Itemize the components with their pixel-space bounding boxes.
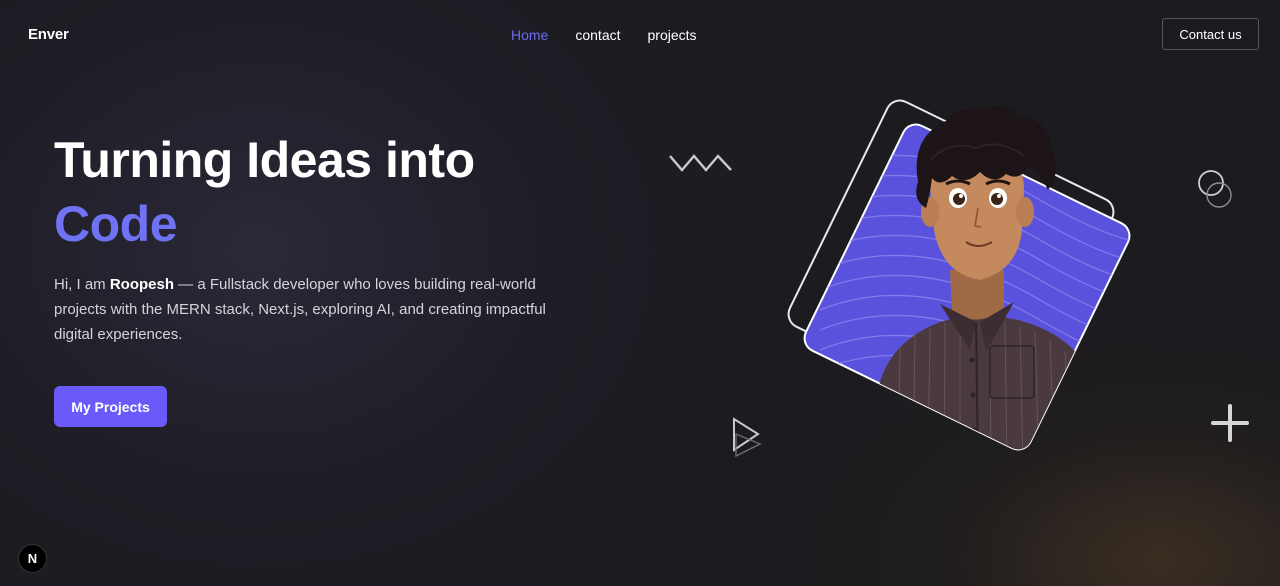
play-triangle-icon	[733, 417, 762, 458]
hero-title-accent: Code	[54, 196, 177, 252]
nextjs-icon[interactable]: N	[18, 544, 47, 573]
nav-link-contact[interactable]: contact	[575, 27, 620, 43]
nav-link-projects[interactable]: projects	[648, 27, 697, 43]
brand-logo[interactable]: Enver	[28, 26, 69, 43]
profile-illustration	[787, 99, 1135, 455]
hero-title-line: Turning Ideas into	[54, 132, 475, 188]
top-navbar: Enver Home contact projects Contact us	[0, 0, 1280, 70]
circles-icon	[1198, 170, 1232, 208]
hero-desc-prefix: Hi, I am	[54, 276, 110, 293]
hero-title: Turning Ideas into Code	[54, 128, 475, 256]
nav-link-home[interactable]: Home	[511, 27, 548, 43]
nextjs-icon-label: N	[27, 551, 38, 566]
hero-desc-name: Roopesh	[109, 276, 175, 293]
nav-links: Home contact projects	[511, 27, 697, 43]
plus-icon	[1211, 404, 1249, 442]
hero-description: Hi, I am Roopesh — a Fullstack developer…	[54, 272, 554, 347]
contact-us-button[interactable]: Contact us	[1162, 18, 1259, 50]
my-projects-button[interactable]: My Projects	[54, 386, 167, 427]
zigzag-icon	[669, 154, 732, 172]
